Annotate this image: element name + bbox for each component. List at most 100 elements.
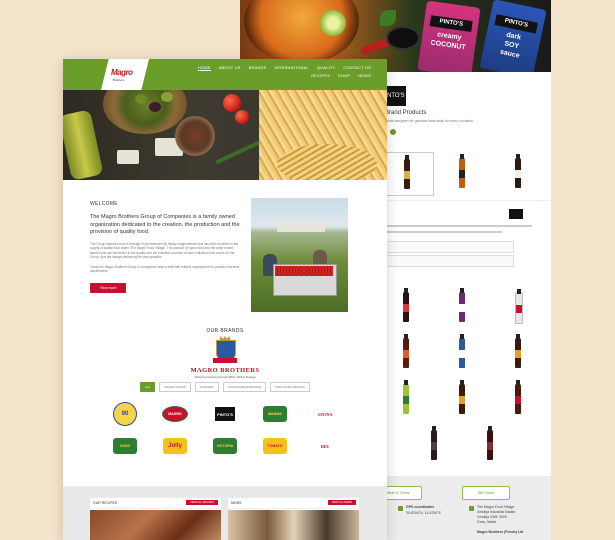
recipes-card: OUR RECIPES VIEW ALL RECIPES xyxy=(90,498,221,540)
gps-value: 35.8394°N, 14.5230°E xyxy=(406,511,441,515)
view-360-button[interactable]: 360 View xyxy=(462,486,510,500)
filter-fine-foods[interactable]: FINE FOODS BRANDS xyxy=(270,382,310,392)
news-image[interactable] xyxy=(228,510,359,540)
product-grid-row xyxy=(380,286,551,332)
brand-subtitle: products designed for genuine local tast… xyxy=(380,119,474,123)
nav-item-international[interactable]: INTERNATIONAL xyxy=(275,65,309,71)
brand-intro: PINTO'S e Brand Products products design… xyxy=(380,86,551,135)
brand-logo-gozo[interactable]: GOZO xyxy=(111,435,139,457)
cheese-image xyxy=(117,150,139,164)
front-page-preview: Magro Brothers HOME ABOUT US BRANDS INTE… xyxy=(63,59,387,540)
product-thumbs-row xyxy=(380,152,551,198)
product-thumb[interactable] xyxy=(436,378,488,420)
welcome-body: The Group operates from a through of pro… xyxy=(90,241,239,260)
product-thumb[interactable] xyxy=(436,332,488,374)
product-thumb[interactable] xyxy=(380,152,434,196)
product-thumb[interactable] xyxy=(492,378,544,420)
product-thumb[interactable] xyxy=(436,286,488,328)
address-line: Gozo, Malta xyxy=(477,520,496,524)
nav-item-home[interactable]: HOME xyxy=(197,65,211,71)
social-links xyxy=(380,129,551,135)
spoon-image xyxy=(388,28,418,48)
product-grid-row xyxy=(380,424,551,470)
location-icon xyxy=(398,506,403,511)
product-thumb[interactable] xyxy=(380,378,432,420)
nav-menu: HOME ABOUT US BRANDS INTERNATIONAL QUALI… xyxy=(191,65,371,78)
brand-logo-magro[interactable]: MAGRO xyxy=(161,403,189,425)
product-thumb[interactable] xyxy=(380,286,432,328)
brand-logo-90[interactable]: 90 xyxy=(111,402,139,426)
bottle-line: sauce xyxy=(499,48,521,60)
brand-logo-jolly[interactable]: Jolly xyxy=(161,435,189,457)
nav-item-shop[interactable]: SHOP xyxy=(338,73,350,78)
brand-logo-savina[interactable]: SAVINA xyxy=(311,403,339,425)
view-more-button[interactable]: View more xyxy=(90,283,127,294)
brand-logo-mamma[interactable]: MAMMA xyxy=(261,403,289,425)
brand-logo-pintos[interactable]: PINTO'S xyxy=(211,403,239,425)
brands-tagline: Achieving Success through Effort, Skill … xyxy=(194,375,256,379)
gps-label: GPS coordinates xyxy=(406,505,435,509)
instagram-icon[interactable] xyxy=(390,129,396,135)
nav-item-about[interactable]: ABOUT US xyxy=(219,65,241,71)
product-thumb[interactable] xyxy=(408,424,460,466)
product-info xyxy=(380,200,551,267)
product-thumb[interactable] xyxy=(436,152,488,194)
bottle-icon xyxy=(404,155,410,189)
logo-name: Magro xyxy=(111,68,133,77)
brand-logo-victoria[interactable]: VICTORIA xyxy=(211,435,239,457)
filter-magro-foods[interactable]: MAGRO FOODS xyxy=(159,382,191,392)
company-name: Magro Brothers (Foods) Ltd xyxy=(477,530,524,534)
peppercorn-bowl-image xyxy=(175,116,215,156)
product-grid-row xyxy=(380,332,551,378)
news-card: NEWS VIEW ALL NEWS xyxy=(228,498,359,540)
brands-company-name: MAGRO BROTHERS xyxy=(190,367,260,374)
filter-all[interactable]: ALL xyxy=(140,382,156,392)
product-thumb[interactable] xyxy=(492,286,544,328)
info-field[interactable] xyxy=(382,241,514,253)
bottle-brand: PINTO'S xyxy=(429,15,473,33)
recipe-image[interactable] xyxy=(90,510,221,540)
nav-item-brands[interactable]: BRANDS xyxy=(249,65,267,71)
bottom-section: OUR RECIPES VIEW ALL RECIPES NEWS VIEW A… xyxy=(63,486,387,540)
filter-connoisseur[interactable]: CONNOISSEUR BRANDS xyxy=(222,382,267,392)
brand-tag-icon xyxy=(509,209,523,219)
nav-item-quality[interactable]: QUALITY xyxy=(317,65,336,71)
olive-image xyxy=(149,102,161,112)
bottle-icon xyxy=(515,154,521,188)
olive-image xyxy=(135,94,147,104)
magro-crest-icon xyxy=(213,336,237,366)
welcome-section: WELCOME The Magro Brothers Group of Comp… xyxy=(90,201,242,294)
nav-item-news[interactable]: NEWS xyxy=(358,73,371,78)
site-logo[interactable]: Magro Brothers xyxy=(101,59,149,90)
nav-item-recipes[interactable]: RECIPES xyxy=(311,73,330,78)
view-all-recipes-button[interactable]: VIEW ALL RECIPES xyxy=(186,500,218,505)
olive-oil-bottle-image xyxy=(63,109,104,180)
coconut-bottle-image: PINTO'S creamy COCONUT xyxy=(417,0,481,72)
address-icon xyxy=(469,506,474,511)
lime-image xyxy=(320,10,346,36)
hero-banner xyxy=(63,90,387,180)
news-title: NEWS xyxy=(231,501,242,505)
logo-sub: Brothers xyxy=(113,78,125,82)
product-thumb[interactable] xyxy=(492,332,544,374)
filter-acogema[interactable]: ACOGEMA xyxy=(194,382,219,392)
view-all-news-button[interactable]: VIEW ALL NEWS xyxy=(327,500,356,505)
farm-photo xyxy=(251,198,348,312)
tomato-image xyxy=(223,94,241,112)
nav-item-contact[interactable]: CONTACT US xyxy=(343,65,371,71)
brand-logo-tomatoes[interactable]: TOMATO xyxy=(261,435,289,457)
herb-image xyxy=(380,10,396,26)
product-thumb[interactable] xyxy=(492,152,544,194)
bottle-icon xyxy=(459,154,465,188)
tomatoes-image xyxy=(275,266,333,276)
top-navigation: Magro Brothers HOME ABOUT US BRANDS INTE… xyxy=(63,59,387,90)
product-thumb[interactable] xyxy=(380,332,432,374)
product-grid-row xyxy=(380,378,551,424)
tomato-image xyxy=(235,110,249,124)
brand-logo-bee[interactable]: BEE xyxy=(311,435,339,457)
brand-title: e Brand Products xyxy=(380,110,427,116)
product-thumb[interactable] xyxy=(464,424,516,466)
pasta-nest-image xyxy=(277,144,377,180)
info-field[interactable] xyxy=(382,255,514,267)
welcome-body: Today the Magro Brothers Group of compan… xyxy=(90,264,240,274)
